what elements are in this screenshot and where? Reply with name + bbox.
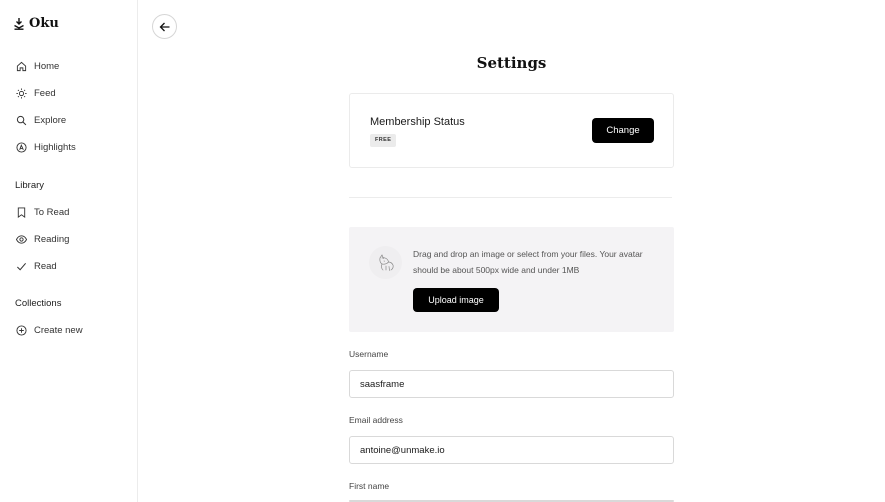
nav-item-to-read[interactable]: To Read bbox=[16, 204, 69, 220]
arrow-left-icon bbox=[159, 22, 169, 31]
email-input[interactable] bbox=[349, 436, 674, 464]
nav-item-label: Reading bbox=[34, 233, 70, 245]
home-icon bbox=[16, 61, 27, 71]
eye-icon bbox=[16, 234, 27, 244]
membership-status-label: Membership Status bbox=[370, 116, 465, 128]
collections-heading: Collections bbox=[15, 298, 62, 309]
membership-card: Membership Status FREE Change bbox=[349, 93, 674, 168]
create-collection-button[interactable]: Create new bbox=[16, 322, 83, 338]
first-name-label: First name bbox=[349, 481, 390, 491]
nav-item-feed[interactable]: Feed bbox=[16, 85, 56, 101]
sidebar: Oku Home Feed Explore Highlights Library… bbox=[0, 0, 138, 502]
divider bbox=[349, 197, 672, 198]
library-heading: Library bbox=[15, 180, 45, 191]
highlights-icon bbox=[16, 141, 27, 153]
avatar-upload-panel[interactable]: Drag and drop an image or select from yo… bbox=[349, 227, 674, 332]
sun-icon bbox=[16, 87, 27, 99]
plus-circle-icon bbox=[16, 324, 27, 336]
email-label: Email address bbox=[349, 415, 403, 425]
nav-item-label: Create new bbox=[34, 324, 83, 336]
nav-item-label: Explore bbox=[34, 114, 67, 126]
check-icon bbox=[17, 262, 27, 270]
nav-item-label: To Read bbox=[34, 206, 70, 218]
upload-image-button[interactable]: Upload image bbox=[413, 288, 499, 312]
plan-badge: FREE bbox=[370, 134, 397, 147]
logo-icon bbox=[14, 17, 24, 30]
nav-item-label: Feed bbox=[34, 87, 56, 99]
page-title: Settings bbox=[476, 54, 547, 72]
back-button[interactable] bbox=[152, 14, 177, 39]
avatar bbox=[369, 246, 402, 279]
nav-item-explore[interactable]: Explore bbox=[16, 112, 66, 128]
username-label: Username bbox=[349, 349, 389, 359]
nav-item-label: Highlights bbox=[34, 141, 76, 153]
username-input[interactable] bbox=[349, 370, 674, 398]
change-membership-button[interactable]: Change bbox=[592, 118, 654, 143]
dog-sketch-avatar bbox=[379, 253, 393, 271]
nav-item-reading[interactable]: Reading bbox=[16, 231, 69, 247]
nav-item-label: Read bbox=[34, 260, 57, 272]
search-icon bbox=[16, 115, 27, 125]
nav-item-home[interactable]: Home bbox=[16, 58, 59, 74]
avatar-help-text: Drag and drop an image or select from yo… bbox=[413, 249, 643, 275]
brand-name: Oku bbox=[29, 16, 59, 31]
nav-item-read[interactable]: Read bbox=[16, 258, 57, 274]
nav-item-label: Home bbox=[34, 60, 60, 72]
nav-item-highlights[interactable]: Highlights bbox=[16, 139, 76, 155]
logo[interactable]: Oku bbox=[14, 16, 59, 31]
bookmark-icon bbox=[17, 206, 26, 218]
